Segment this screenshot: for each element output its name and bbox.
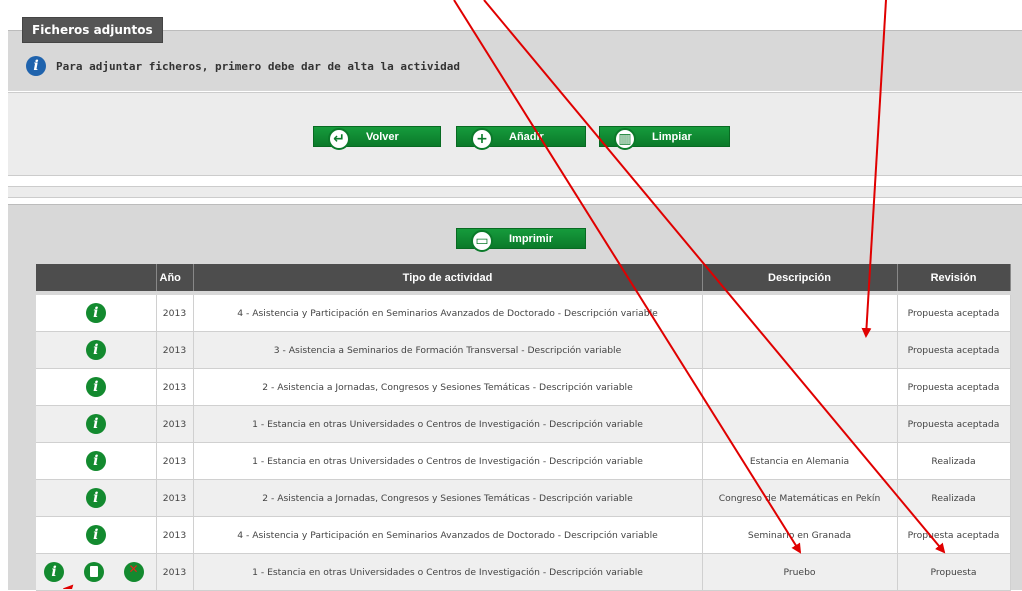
volver-button[interactable]: ↵ Volver (313, 126, 441, 150)
cell-type: 3 - Asistencia a Seminarios de Formación… (193, 331, 703, 369)
info-icon[interactable]: i (85, 340, 106, 360)
back-icon: ↵ (328, 127, 350, 150)
separator-strip (8, 186, 1022, 198)
info-icon[interactable]: i (85, 525, 106, 545)
row-actions: i (36, 295, 157, 332)
info-message-row: i Para adjuntar ficheros, primero debe d… (26, 56, 460, 76)
trash-icon: ▥ (614, 127, 636, 150)
anadir-label: Añadir (509, 130, 544, 143)
header-type[interactable]: Tipo de actividad (193, 264, 703, 291)
row-actions: i (36, 405, 157, 443)
info-icon[interactable]: i (85, 451, 106, 471)
row-actions: i (36, 442, 157, 480)
table-row: i 2013 1 - Estancia en otras Universidad… (36, 442, 1011, 480)
cell-year: 2013 (156, 553, 194, 591)
info-icon[interactable]: i (44, 562, 64, 582)
cell-description (702, 368, 898, 406)
cell-review: Propuesta aceptada (897, 405, 1011, 443)
cell-review: Propuesta aceptada (897, 295, 1011, 332)
table-row: i 2013 4 - Asistencia y Participación en… (36, 516, 1011, 554)
attachments-tab[interactable]: Ficheros adjuntos (22, 17, 163, 43)
cell-description: Pruebo (702, 553, 898, 591)
cell-year: 2013 (156, 516, 194, 554)
cell-description: Estancia en Alemania (702, 442, 898, 480)
row-actions: i (36, 516, 157, 554)
table-row: i 2013 2 - Asistencia a Jornadas, Congre… (36, 479, 1011, 517)
row-actions: i (36, 479, 157, 517)
cell-year: 2013 (156, 405, 194, 443)
header-description[interactable]: Descripción (702, 264, 898, 291)
cell-description: Congreso de Matemáticas en Pekín (702, 479, 898, 517)
delete-icon[interactable] (123, 562, 144, 582)
cell-description (702, 295, 898, 332)
table-header-row: Año Tipo de actividad Descripción Revisi… (36, 264, 1011, 291)
activities-table: Año Tipo de actividad Descripción Revisi… (36, 264, 1011, 591)
info-icon: i (26, 56, 46, 76)
cell-type: 4 - Asistencia y Participación en Semina… (193, 295, 703, 332)
cell-review: Propuesta aceptada (897, 516, 1011, 554)
row-actions: i (36, 331, 157, 369)
printer-icon: ▭ (471, 229, 493, 252)
cell-description: Seminario en Granada (702, 516, 898, 554)
cell-review: Propuesta aceptada (897, 368, 1011, 406)
cell-review: Realizada (897, 479, 1011, 517)
edit-icon[interactable] (83, 562, 104, 582)
plus-icon: + (471, 127, 493, 150)
limpiar-label: Limpiar (652, 130, 692, 143)
info-message: Para adjuntar ficheros, primero debe dar… (56, 59, 460, 73)
imprimir-button[interactable]: ▭ Imprimir (456, 228, 586, 252)
imprimir-label: Imprimir (509, 232, 554, 245)
header-year[interactable]: Año (156, 264, 194, 291)
header-review[interactable]: Revisión (897, 264, 1011, 291)
table-row: i 2013 1 - Estancia en otras Universidad… (36, 405, 1011, 443)
cell-description (702, 405, 898, 443)
cell-year: 2013 (156, 295, 194, 332)
cell-review: Propuesta aceptada (897, 331, 1011, 369)
cell-year: 2013 (156, 368, 194, 406)
cell-type: 2 - Asistencia a Jornadas, Congresos y S… (193, 368, 703, 406)
cell-review: Propuesta (897, 553, 1011, 591)
table-row: i 2013 3 - Asistencia a Seminarios de Fo… (36, 331, 1011, 369)
table-row: i 2013 1 - Estancia en otras Universidad… (36, 553, 1011, 591)
table-row: i 2013 4 - Asistencia y Participación en… (36, 295, 1011, 332)
cell-type: 1 - Estancia en otras Universidades o Ce… (193, 442, 703, 480)
info-icon[interactable]: i (85, 303, 106, 323)
limpiar-button[interactable]: ▥ Limpiar (599, 126, 730, 150)
anadir-button[interactable]: + Añadir (456, 126, 586, 150)
cell-type: 1 - Estancia en otras Universidades o Ce… (193, 553, 703, 591)
cell-year: 2013 (156, 442, 194, 480)
cell-type: 4 - Asistencia y Participación en Semina… (193, 516, 703, 554)
table-row: i 2013 2 - Asistencia a Jornadas, Congre… (36, 368, 1011, 406)
volver-label: Volver (366, 130, 399, 143)
info-icon[interactable]: i (85, 414, 106, 434)
cell-review: Realizada (897, 442, 1011, 480)
cell-year: 2013 (156, 331, 194, 369)
info-icon[interactable]: i (85, 377, 106, 397)
cell-year: 2013 (156, 479, 194, 517)
row-actions: i (36, 368, 157, 406)
row-actions: i (36, 553, 157, 591)
cell-type: 2 - Asistencia a Jornadas, Congresos y S… (193, 479, 703, 517)
cell-description (702, 331, 898, 369)
info-icon[interactable]: i (85, 488, 106, 508)
header-actions (36, 264, 157, 291)
cell-type: 1 - Estancia en otras Universidades o Ce… (193, 405, 703, 443)
